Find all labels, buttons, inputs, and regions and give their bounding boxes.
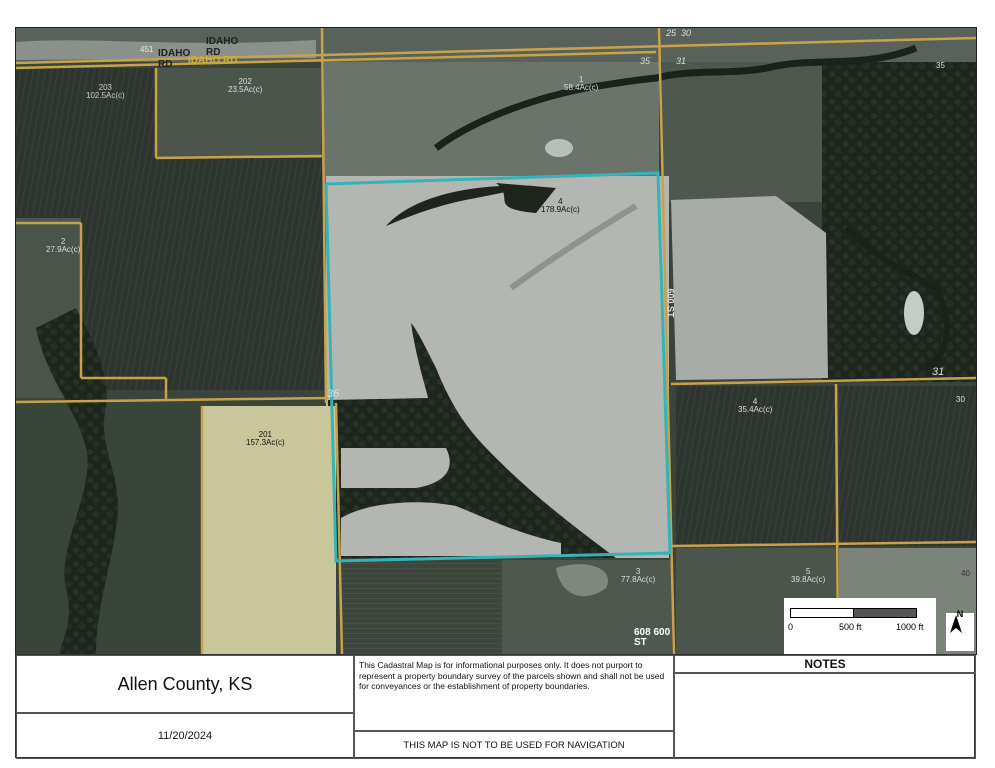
parcel-label-40: 40 xyxy=(961,569,970,578)
county-cell: Allen County, KS xyxy=(16,655,354,713)
scale-bar: 0 500 ft 1000 ft xyxy=(784,598,936,654)
parcel-label-451: 451 xyxy=(140,45,154,54)
scale-max: 1000 ft xyxy=(896,622,924,632)
map-imagery xyxy=(16,28,976,654)
parcel-label-201: 201 157.3Ac(c) xyxy=(246,430,285,447)
parcel-label-202: 202 23.5Ac(c) xyxy=(228,77,263,94)
notes-header-cell: NOTES xyxy=(674,655,976,673)
section-36: 36 xyxy=(327,388,340,400)
notes-title: NOTES xyxy=(804,657,846,671)
parcel-label-4: 4 178.9Ac(c) xyxy=(541,197,580,214)
notes-body xyxy=(674,673,976,759)
section-25: 25 xyxy=(666,28,677,38)
parcel-label-30: 30 xyxy=(956,395,965,404)
disclaimer-text: This Cadastral Map is for informational … xyxy=(359,660,665,691)
scale-segment-2 xyxy=(853,608,917,618)
map-footer: Allen County, KS 11/20/2024 This Cadastr… xyxy=(15,654,976,759)
road-label-idaho: IDAHO RD xyxy=(158,48,191,70)
parcel-label-5: 5 39.8Ac(c) xyxy=(791,567,826,584)
scale-segment-1 xyxy=(790,608,854,618)
section-35: 35 xyxy=(640,56,651,66)
parcel-label-203: 203 102.5Ac(c) xyxy=(86,83,125,100)
parcel-label-35: 35 xyxy=(936,61,945,70)
north-arrow-icon: N xyxy=(946,609,974,651)
road-label-608-600-st: 608 600 ST xyxy=(634,627,671,648)
nav-warning-cell: THIS MAP IS NOT TO BE USED FOR NAVIGATIO… xyxy=(354,731,674,759)
nav-warning: THIS MAP IS NOT TO BE USED FOR NAVIGATIO… xyxy=(403,739,625,751)
county-title: Allen County, KS xyxy=(117,673,253,694)
section-31-top: 31 xyxy=(676,56,687,66)
scale-zero: 0 xyxy=(788,622,794,632)
map-date: 11/20/2024 xyxy=(157,730,213,742)
road-label-idaho-3: IDAHO RD xyxy=(188,55,238,66)
parcel-label-2: 2 27.9Ac(c) xyxy=(46,237,81,254)
section-30: 30 xyxy=(681,28,692,38)
road-label-600-st: 600 ST xyxy=(665,288,676,318)
parcel-label-3: 3 77.8Ac(c) xyxy=(621,567,656,584)
section-31: 31 xyxy=(932,366,945,378)
aerial-map[interactable]: IDAHO RD IDAHO RD IDAHO RD 600 ST 608 60… xyxy=(15,27,977,655)
scale-mid: 500 ft xyxy=(839,622,862,632)
parcel-label-4b: 4 35.4Ac(c) xyxy=(738,397,773,414)
parcel-label-1: 1 58.4Ac(c) xyxy=(564,75,599,92)
date-cell: 11/20/2024 xyxy=(16,713,354,759)
disclaimer-cell: This Cadastral Map is for informational … xyxy=(354,655,674,731)
